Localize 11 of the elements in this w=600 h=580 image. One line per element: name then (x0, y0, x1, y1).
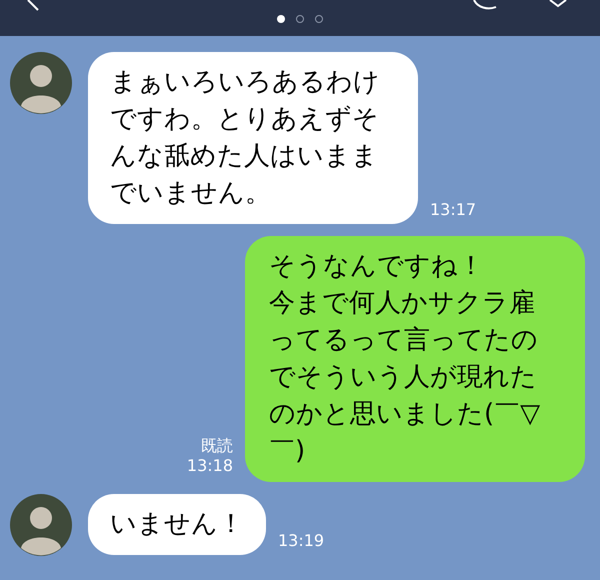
message-bubble: いません！ (88, 494, 266, 555)
timestamp: 13:19 (278, 530, 324, 552)
avatar-icon[interactable] (10, 494, 72, 556)
read-receipt: 既読 (201, 436, 233, 456)
chevron-down-icon[interactable] (548, 0, 568, 8)
message-text: 今まで何人かサクラ雇ってるって言ってたのでそういう人が現れたのかと思いました(￣▽￣) (269, 287, 542, 468)
timestamp: 13:18 (186, 456, 233, 476)
timestamp: 13:17 (430, 199, 476, 221)
message-text: そうなんですね！ (269, 250, 485, 283)
message-bubble: まぁいろいろあるわけですわ。とりあえずそんな舐めた人はいままでいません。 (88, 52, 418, 224)
avatar-icon[interactable] (10, 52, 72, 114)
